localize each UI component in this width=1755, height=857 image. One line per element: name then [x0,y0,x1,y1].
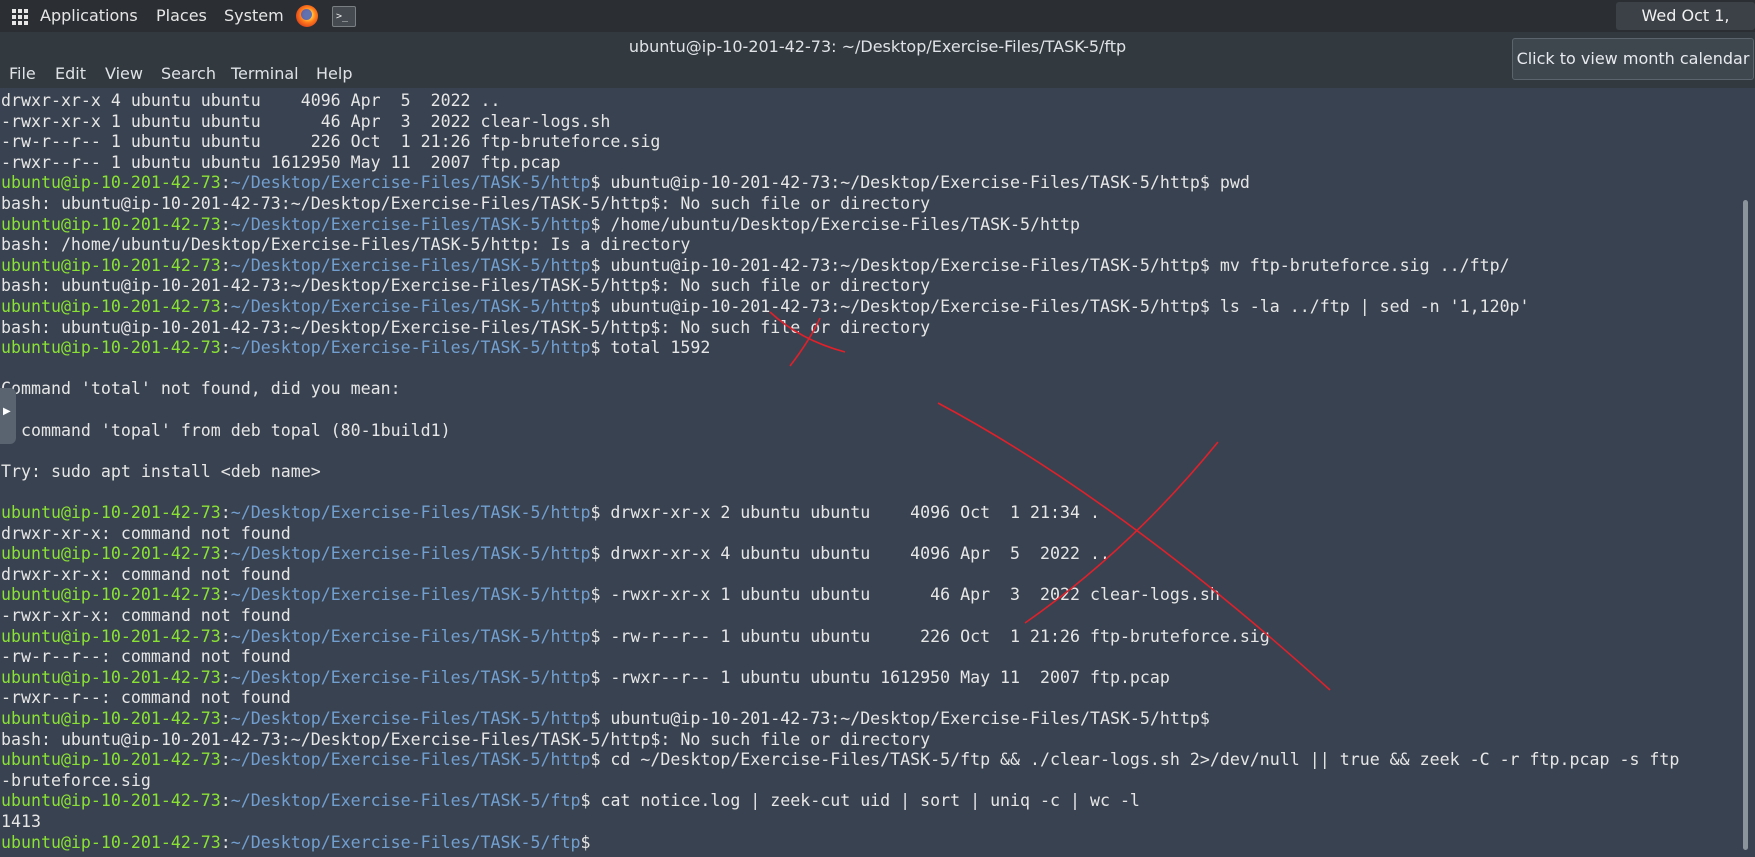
red-annotation-marks [769,311,1331,691]
